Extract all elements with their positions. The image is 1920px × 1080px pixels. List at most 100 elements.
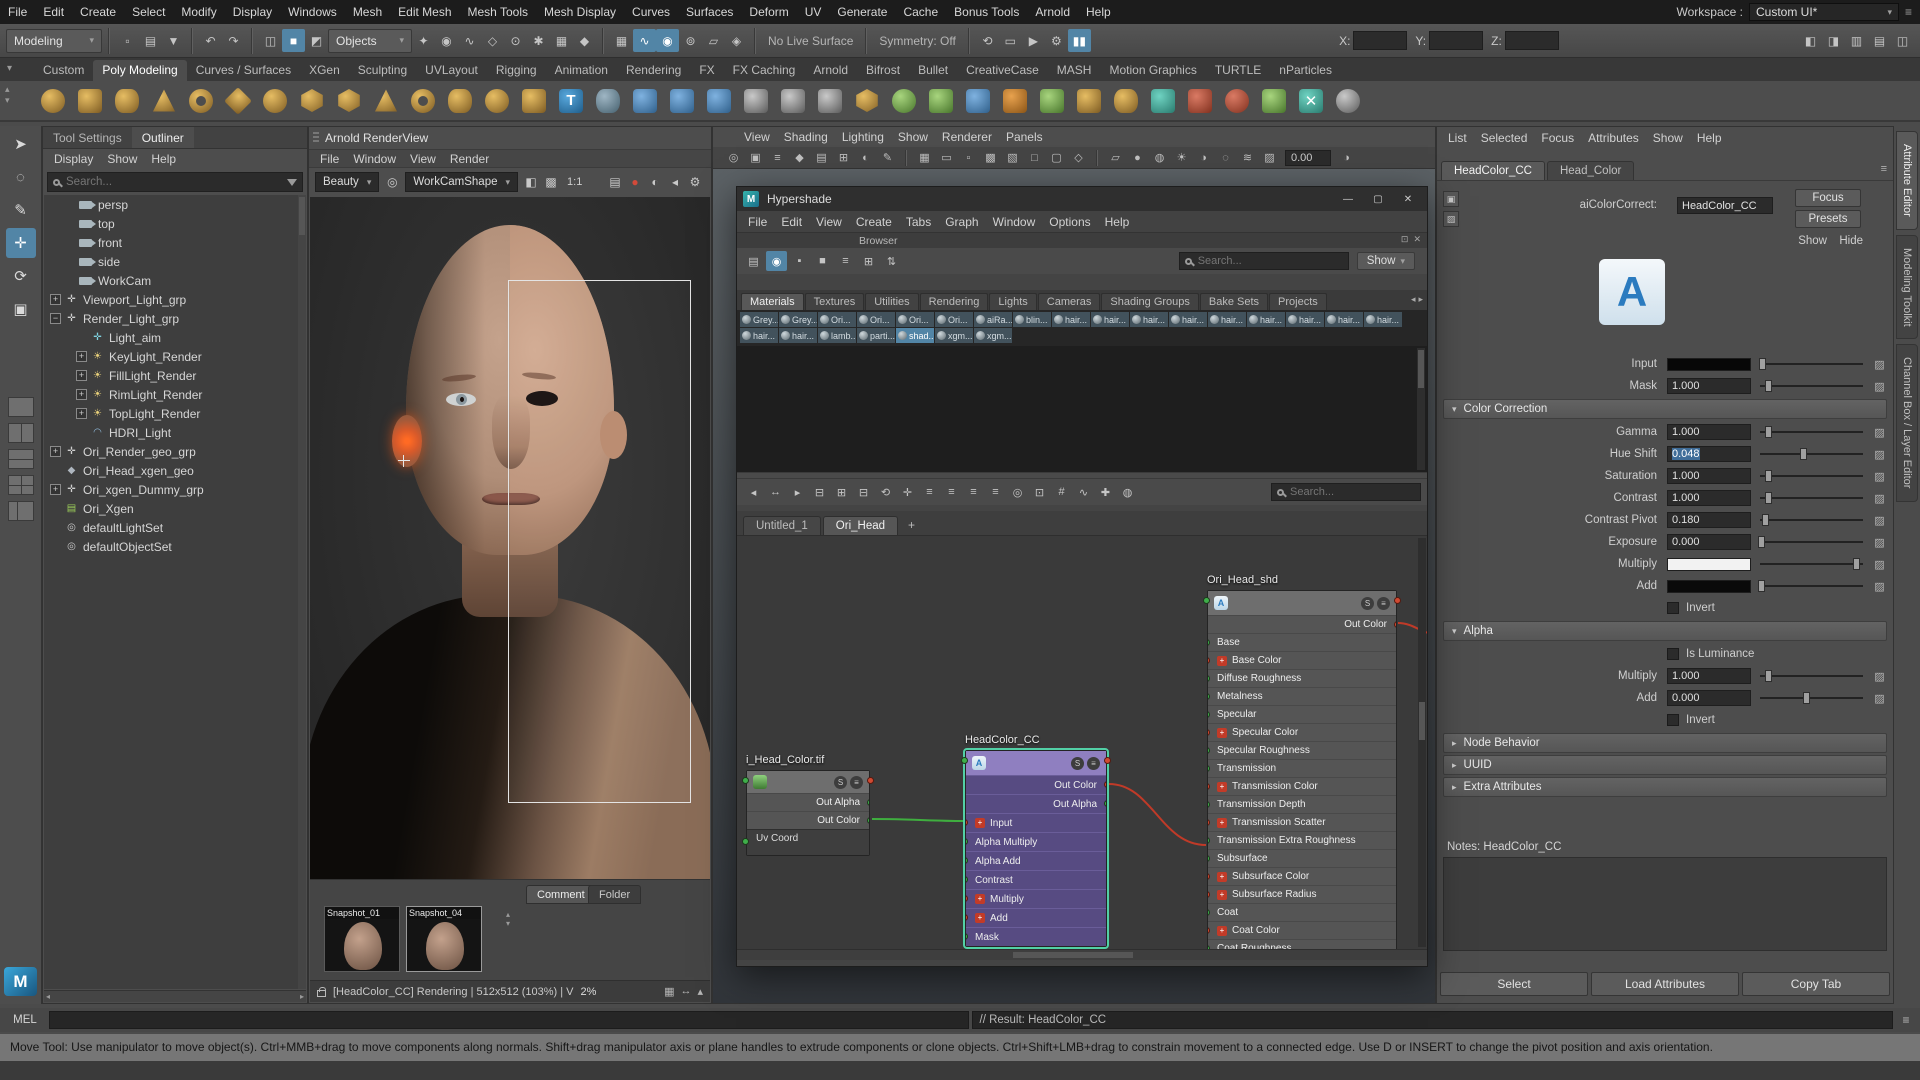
multi-cut-icon[interactable] (1183, 84, 1217, 118)
shelf-tab-rigging[interactable]: Rigging (487, 60, 546, 81)
attr-row-out-alpha[interactable]: Out Alpha (966, 794, 1106, 813)
distribute-nodes-icon[interactable]: ≡ (985, 482, 1006, 502)
viewport-menu-renderer[interactable]: Renderer (935, 130, 999, 144)
material-swatch[interactable]: lamb... (818, 328, 856, 343)
move-tool-icon[interactable]: ✛ (6, 228, 36, 258)
outliner-item-keylight-render[interactable]: +☀KeyLight_Render (44, 347, 298, 366)
map-button-saturation[interactable]: ▨ (1872, 469, 1887, 484)
input-port-transmission-extra-roughness[interactable] (1208, 837, 1210, 844)
scale-tool-icon[interactable]: ▣ (6, 294, 36, 324)
snapshot-scroll-icons[interactable]: ▴▾ (506, 910, 510, 928)
attr-row-out-color[interactable]: Out Color (966, 775, 1106, 794)
sort-icon[interactable]: ⇅ (881, 251, 902, 271)
swatch-toggle-icon[interactable]: S (1361, 597, 1374, 610)
category-tab-textures[interactable]: Textures (805, 293, 865, 310)
display-mode-icon[interactable]: ◧ (521, 172, 541, 192)
output-port-out-color[interactable] (1104, 781, 1106, 788)
expander-icon[interactable]: + (76, 351, 87, 362)
viewport-menu-show[interactable]: Show (891, 130, 935, 144)
toggle-node-swatches-icon[interactable]: ◍ (1117, 482, 1138, 502)
poly-pipe-icon[interactable] (406, 84, 440, 118)
outliner-item-top[interactable]: top (44, 214, 298, 233)
record-icon[interactable]: ● (625, 172, 645, 192)
mirror-icon[interactable] (998, 84, 1032, 118)
header-input-port[interactable] (961, 757, 968, 764)
shelf-tab-bifrost[interactable]: Bifrost (857, 60, 909, 81)
menu-windows[interactable]: Windows (280, 0, 345, 24)
y-coordinate-field[interactable] (1429, 31, 1483, 50)
hypershade-menu-create[interactable]: Create (849, 215, 899, 229)
output-port-out-alpha[interactable] (867, 799, 869, 806)
slider-handle[interactable] (1765, 426, 1772, 438)
material-swatch[interactable]: hair... (1364, 312, 1402, 327)
workspace-selector[interactable]: Custom UI* ▾ (1749, 3, 1899, 21)
attr-row-base[interactable]: Base (1208, 633, 1396, 651)
poly-soccer-icon[interactable] (480, 84, 514, 118)
ae-tab-head-color[interactable]: Head_Color (1547, 161, 1634, 180)
add-to-graph-icon[interactable]: ⊞ (831, 482, 852, 502)
gamma-icon[interactable]: ◑ (1336, 148, 1357, 167)
renderview-header[interactable]: Arnold RenderView (309, 127, 711, 149)
menu-curves[interactable]: Curves (624, 0, 678, 24)
node-header[interactable]: AS≡ (966, 751, 1106, 775)
frame-all-icon[interactable]: ⊡ (1029, 482, 1050, 502)
poly-gear-icon[interactable] (295, 84, 329, 118)
attr-row-multiply[interactable]: +Multiply (966, 889, 1106, 908)
hypershade-menu-file[interactable]: File (741, 215, 774, 229)
menu-generate[interactable]: Generate (829, 0, 895, 24)
shelf-tab-curves-surfaces[interactable]: Curves / Surfaces (187, 60, 300, 81)
show-input-connections-icon[interactable]: ◂ (743, 482, 764, 502)
ae-menu-selected[interactable]: Selected (1474, 131, 1535, 145)
swatch-toggle-icon[interactable]: S (834, 776, 847, 789)
ab-compare-icon[interactable]: ◐ (645, 172, 665, 192)
attr-row-specular-roughness[interactable]: Specular Roughness (1208, 741, 1396, 759)
node-graph-canvas[interactable]: i_Head_Color.tifS≡Out AlphaOut ColorUv C… (737, 535, 1427, 949)
ae-menu-focus[interactable]: Focus (1534, 131, 1581, 145)
selection-mask-selector[interactable]: Objects▾ (328, 29, 412, 53)
input-port-coat-color[interactable] (1208, 927, 1210, 934)
outliner-scrollbar[interactable] (298, 195, 306, 989)
hypershade-titlebar[interactable]: M Hypershade —▢✕ (737, 187, 1427, 211)
shelf-scroll-icons[interactable]: ▴▾ (5, 84, 10, 106)
symmetry-status[interactable]: Symmetry: Off (873, 34, 961, 48)
menu-display[interactable]: Display (225, 0, 280, 24)
checkbox-is-luminance[interactable] (1667, 648, 1679, 660)
exposure-field[interactable]: 0.00 (1285, 150, 1331, 166)
subdivide-icon[interactable] (924, 84, 958, 118)
menu-modify[interactable]: Modify (173, 0, 224, 24)
input-port-coat[interactable] (1208, 909, 1210, 916)
attr-row-base-color[interactable]: +Base Color (1208, 651, 1396, 669)
hypershade-menu-graph[interactable]: Graph (938, 215, 985, 229)
slider-contrast-pivot[interactable] (1760, 513, 1863, 527)
pan-zoom-icon[interactable]: ⊞ (833, 148, 854, 167)
map-button-multiply[interactable]: ▨ (1872, 557, 1887, 572)
color-management-icon[interactable]: ▩ (541, 172, 561, 192)
occlusion-icon[interactable]: ◌ (1215, 148, 1236, 167)
slider-input[interactable] (1760, 357, 1863, 371)
three-pane-layout[interactable] (8, 449, 34, 469)
value-field-contrast[interactable]: 1.000 (1667, 490, 1751, 506)
aov-selector[interactable]: Beauty▾ (315, 172, 379, 192)
presets-button[interactable]: Presets (1795, 210, 1861, 228)
value-field-contrast-pivot[interactable]: 0.180 (1667, 512, 1751, 528)
select-handles-icon[interactable]: ✦ (412, 29, 435, 52)
render-settings-icon[interactable]: ⚙ (1045, 29, 1068, 52)
bevel-icon[interactable] (1072, 84, 1106, 118)
uv-coord-row[interactable]: Uv Coord (747, 829, 869, 855)
category-tab-utilities[interactable]: Utilities (865, 293, 918, 310)
poly-platonic-icon[interactable] (332, 84, 366, 118)
viewport-menu-view[interactable]: View (737, 130, 777, 144)
select-surfaces-icon[interactable]: ◇ (481, 29, 504, 52)
show-button[interactable]: Show (1798, 235, 1827, 247)
expander-icon[interactable]: + (76, 389, 87, 400)
gate-mask-icon[interactable]: ▩ (980, 148, 1001, 167)
motion-blur-icon[interactable]: ≋ (1237, 148, 1258, 167)
tear-off-panel-icon[interactable]: ⊡ (1401, 234, 1409, 245)
shadows-icon[interactable]: ◑ (1193, 148, 1214, 167)
material-swatch[interactable]: xgm... (974, 328, 1012, 343)
input-port-subsurface[interactable] (1208, 855, 1210, 862)
command-language-toggle[interactable]: MEL (4, 1014, 46, 1026)
x-coordinate-field[interactable] (1353, 31, 1407, 50)
hypershade-menu-window[interactable]: Window (986, 215, 1043, 229)
anti-aliasing-icon[interactable]: ▨ (1259, 148, 1280, 167)
